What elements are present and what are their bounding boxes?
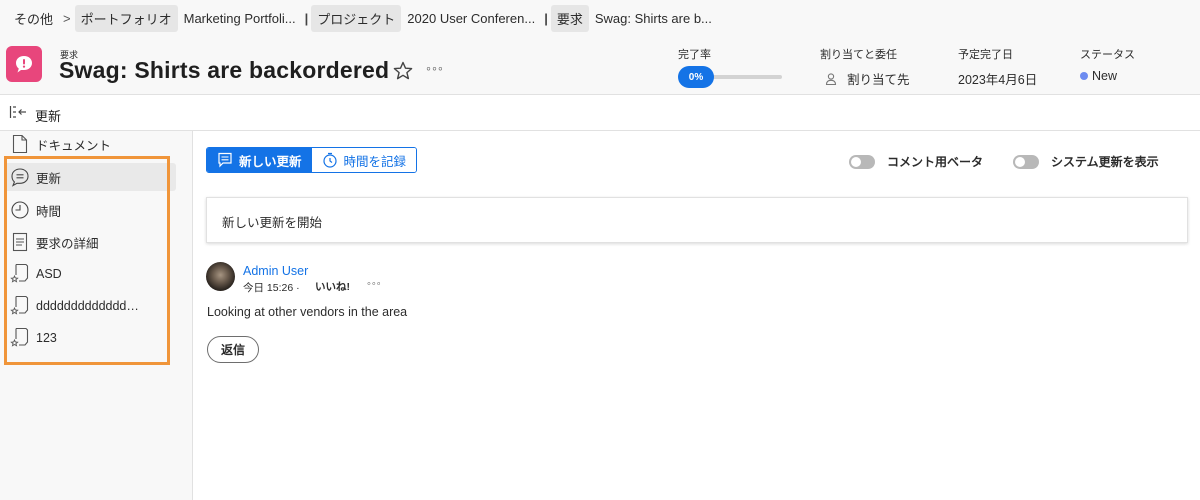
nav-item-custom-form-ddd[interactable]: ddddddddddddd… — [4, 292, 176, 320]
assign-value-text: 割り当て先 — [847, 73, 910, 87]
breadcrumb-more[interactable]: その他 — [8, 5, 59, 32]
status-label: ステータス — [1080, 49, 1135, 61]
new-update-icon — [218, 152, 232, 168]
more-options-icon[interactable]: ◦◦◦ — [426, 60, 444, 76]
reply-button[interactable]: 返信 — [207, 336, 259, 363]
progress-track — [712, 75, 782, 79]
post-timestamp: 今日 15:26 · — [243, 282, 300, 294]
breadcrumb-divider: | — [544, 10, 548, 26]
custom-form-icon — [9, 263, 31, 285]
status-text: New — [1092, 69, 1118, 83]
section-title: 更新 — [35, 109, 62, 124]
toggle-label: システム更新を表示 — [1051, 155, 1159, 169]
nav-item-updates[interactable]: 更新 — [4, 163, 176, 191]
clock-icon — [9, 199, 31, 221]
tab-label: 時間を記録 — [343, 154, 407, 169]
breadcrumb-project[interactable]: 2020 User Conferen... — [401, 7, 541, 30]
request-icon — [6, 46, 42, 82]
assign-label: 割り当てと委任 — [820, 49, 897, 61]
breadcrumb-portfolio[interactable]: Marketing Portfoli... — [178, 7, 302, 30]
assign-value[interactable]: 割り当て先 — [824, 69, 910, 88]
custom-form-icon — [9, 327, 31, 349]
nav-item-label: ddddddddddddd… — [36, 299, 139, 313]
section-bar: 更新 — [0, 95, 1200, 131]
breadcrumb-project-type[interactable]: プロジェクト — [311, 4, 402, 32]
progress-label: 完了率 — [678, 49, 711, 61]
toggle-switch[interactable] — [849, 154, 875, 169]
tab-new-update[interactable]: 新しい更新 — [207, 148, 312, 172]
document-icon — [9, 133, 31, 155]
star-icon[interactable] — [392, 60, 414, 82]
nav-item-documents[interactable]: ドキュメント — [4, 130, 176, 158]
custom-form-icon — [9, 295, 31, 317]
tab-log-time[interactable]: 時間を記録 — [311, 148, 417, 172]
object-header: 要求 Swag: Shirts are backordered ◦◦◦ 完了率 … — [0, 36, 1200, 95]
breadcrumb-portfolio-type[interactable]: ポートフォリオ — [74, 4, 178, 32]
left-navigation: ドキュメント 更新 時間 要求の詳細 ASD ddddddddddddd… 12… — [0, 131, 193, 500]
comment-icon — [9, 166, 31, 188]
breadcrumb-divider: | — [304, 10, 309, 26]
nav-item-label: 123 — [36, 331, 57, 345]
nav-item-label: 更新 — [36, 171, 62, 186]
toggle-label: コメント用ベータ — [887, 155, 984, 169]
post-body: Looking at other vendors in the area — [207, 305, 408, 319]
nav-item-label: 時間 — [36, 204, 62, 219]
nav-item-time[interactable]: 時間 — [4, 196, 176, 224]
page-title[interactable]: Swag: Shirts are backordered — [59, 57, 389, 84]
collapse-panel-icon[interactable] — [9, 104, 27, 120]
status-value[interactable]: New — [1080, 69, 1117, 83]
nav-item-label: ドキュメント — [36, 138, 112, 153]
status-dot — [1080, 72, 1088, 80]
breadcrumb-request[interactable]: Swag: Shirts are b... — [589, 7, 718, 30]
details-icon — [9, 231, 31, 253]
comment-beta-toggle[interactable]: コメント用ベータ — [849, 153, 983, 170]
person-icon — [825, 73, 837, 86]
breadcrumb-request-type[interactable]: 要求 — [550, 4, 589, 32]
due-date-label: 予定完了日 — [958, 49, 1013, 61]
breadcrumb-separator: > — [63, 10, 71, 26]
post-author[interactable]: Admin User — [243, 264, 308, 278]
breadcrumb: その他 > ポートフォリオ Marketing Portfoli... | プロ… — [0, 0, 1200, 36]
stopwatch-icon — [322, 152, 337, 168]
update-mode-tabs: 新しい更新 時間を記録 — [206, 147, 418, 173]
nav-item-label: 要求の詳細 — [36, 236, 99, 251]
nav-item-request-details[interactable]: 要求の詳細 — [4, 228, 176, 256]
nav-item-custom-form-asd[interactable]: ASD — [4, 260, 176, 288]
nav-item-custom-form-123[interactable]: 123 — [4, 324, 176, 352]
new-update-input[interactable]: 新しい更新を開始 — [206, 197, 1188, 243]
avatar[interactable] — [206, 262, 235, 291]
progress-value: 0% — [678, 66, 714, 88]
nav-item-label: ASD — [36, 267, 62, 281]
like-button[interactable]: いいね! — [315, 279, 350, 294]
post-more-icon[interactable]: ◦◦◦ — [367, 278, 382, 290]
tab-label: 新しい更新 — [239, 154, 302, 169]
system-updates-toggle[interactable]: システム更新を表示 — [1013, 153, 1159, 170]
toggle-switch[interactable] — [1013, 154, 1039, 169]
due-date-value[interactable]: 2023年4月6日 — [958, 69, 1037, 88]
